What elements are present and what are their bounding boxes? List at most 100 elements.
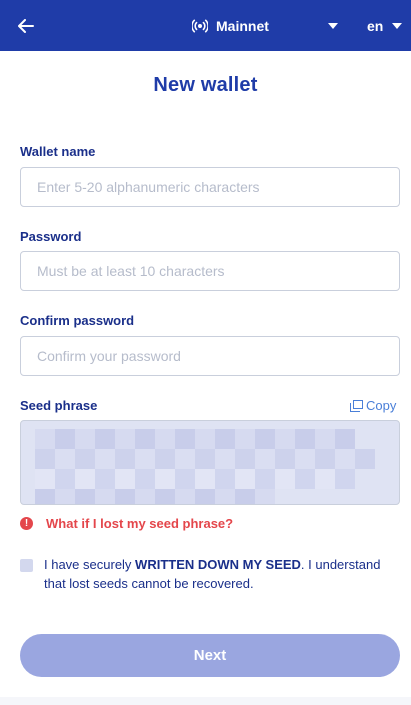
blur-cell	[35, 429, 55, 449]
wallet-name-label: Wallet name	[20, 144, 96, 159]
blur-cell	[95, 469, 115, 489]
blur-cell	[195, 429, 215, 449]
blur-cell	[175, 489, 195, 504]
blur-cell	[275, 449, 295, 469]
language-label: en	[367, 18, 384, 34]
blur-cell	[75, 489, 95, 504]
blur-cell	[135, 449, 155, 469]
blur-cell	[115, 449, 135, 469]
blur-cell	[295, 489, 315, 504]
blur-cell	[175, 469, 195, 489]
lost-seed-help-link[interactable]: ! What if I lost my seed phrase?	[20, 516, 233, 531]
blur-cell	[255, 469, 275, 489]
blur-cell	[95, 489, 115, 504]
copy-icon	[350, 399, 363, 412]
seed-phrase-label: Seed phrase	[20, 398, 98, 413]
blur-cell	[35, 469, 55, 489]
blur-cell	[55, 489, 75, 504]
blur-cell	[355, 429, 375, 449]
blur-cell	[135, 489, 155, 504]
blur-cell	[235, 449, 255, 469]
chevron-down-icon	[328, 23, 338, 29]
arrow-left-icon	[18, 19, 34, 33]
blur-cell	[315, 469, 335, 489]
blur-cell	[255, 489, 275, 504]
back-button[interactable]	[14, 14, 38, 38]
blur-cell	[175, 449, 195, 469]
blur-cell	[95, 449, 115, 469]
blur-cell	[175, 429, 195, 449]
blur-cell	[95, 429, 115, 449]
lost-seed-help-text: What if I lost my seed phrase?	[46, 516, 234, 531]
blur-cell	[155, 469, 175, 489]
blur-cell	[135, 429, 155, 449]
password-label: Password	[20, 229, 82, 244]
next-button[interactable]: Next	[20, 634, 400, 677]
blur-cell	[155, 489, 175, 504]
blur-cell	[315, 449, 335, 469]
seed-phrase-box	[20, 420, 400, 505]
top-bar: Mainnet en	[0, 0, 411, 51]
blur-cell	[255, 449, 275, 469]
blur-cell	[55, 429, 75, 449]
acknowledgement-text: I have securely WRITTEN DOWN MY SEED. I …	[44, 557, 381, 591]
blur-cell	[295, 429, 315, 449]
copy-label: Copy	[366, 398, 397, 413]
blur-cell	[295, 449, 315, 469]
blur-cell	[255, 429, 275, 449]
blur-cell	[135, 469, 155, 489]
blur-cell	[355, 449, 375, 469]
blur-cell	[235, 429, 255, 449]
blur-cell	[335, 449, 355, 469]
chevron-down-icon	[392, 23, 403, 29]
blur-cell	[275, 429, 295, 449]
blur-cell	[55, 449, 75, 469]
blur-cell	[75, 429, 95, 449]
blur-cell	[75, 449, 95, 469]
blur-cell	[115, 469, 135, 489]
blur-cell	[195, 449, 215, 469]
network-dropdown-toggle[interactable]	[326, 20, 340, 32]
blur-cell	[195, 469, 215, 489]
seed-acknowledgement: I have securely WRITTEN DOWN MY SEED. I …	[20, 555, 400, 593]
blur-cell	[155, 429, 175, 449]
blur-cell	[195, 489, 215, 504]
blur-cell	[215, 469, 235, 489]
page-title: New wallet	[153, 74, 258, 96]
blur-cell	[35, 449, 55, 469]
copy-button[interactable]: Copy	[350, 398, 396, 413]
blur-cell	[235, 489, 255, 504]
broadcast-icon	[192, 19, 208, 33]
blur-cell	[355, 469, 375, 489]
blur-cell	[315, 429, 335, 449]
blur-cell	[75, 469, 95, 489]
password-input[interactable]	[20, 251, 400, 291]
blur-cell	[355, 489, 375, 504]
network-selector[interactable]: Mainnet	[192, 14, 269, 38]
blur-cell	[215, 489, 235, 504]
blur-cell	[115, 429, 135, 449]
network-label: Mainnet	[216, 18, 269, 34]
wallet-name-input[interactable]	[20, 167, 400, 207]
blur-cell	[215, 429, 235, 449]
confirm-password-label: Confirm password	[20, 313, 135, 328]
blur-cell	[335, 429, 355, 449]
blur-cell	[115, 489, 135, 504]
bottom-strip	[0, 697, 411, 705]
language-selector[interactable]: en	[367, 14, 403, 38]
alert-icon: !	[20, 517, 33, 530]
seed-phrase-blurred	[35, 429, 375, 504]
blur-cell	[315, 489, 335, 504]
acknowledge-checkbox[interactable]	[20, 559, 33, 572]
blur-cell	[155, 449, 175, 469]
blur-cell	[275, 469, 295, 489]
blur-cell	[295, 469, 315, 489]
blur-cell	[275, 489, 295, 504]
blur-cell	[335, 469, 355, 489]
confirm-password-input[interactable]	[20, 336, 400, 376]
blur-cell	[215, 449, 235, 469]
blur-cell	[35, 489, 55, 504]
blur-cell	[235, 469, 255, 489]
blur-cell	[335, 489, 355, 504]
blur-cell	[55, 469, 75, 489]
